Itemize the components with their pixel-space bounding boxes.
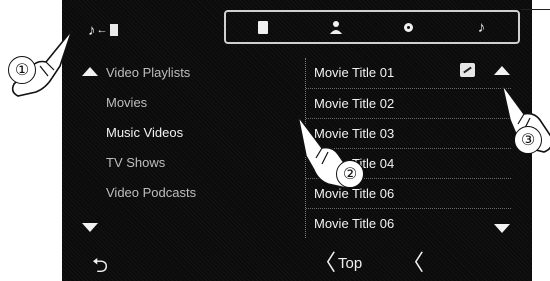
video-card-icon [109, 24, 118, 36]
category-item-video-podcasts[interactable]: Video Podcasts [106, 178, 296, 208]
source-switch-button[interactable]: ♪ ← [88, 20, 130, 40]
category-item-music-videos[interactable]: Music Videos [106, 118, 296, 148]
tab-disc[interactable] [394, 14, 424, 40]
callout-leader-line [521, 9, 550, 10]
back-icon[interactable]: ⮌ [92, 251, 108, 281]
disc-icon [404, 22, 413, 32]
category-item-tv-shows[interactable]: TV Shows [106, 148, 296, 178]
category-item-video-playlists[interactable]: Video Playlists [106, 58, 296, 88]
callout-1: ① [8, 56, 36, 84]
right-scroll-up-button[interactable] [494, 66, 510, 75]
title-item[interactable]: Movie Title 01 [306, 58, 511, 88]
tab-video[interactable] [248, 14, 278, 40]
right-scroll-down-button[interactable] [494, 224, 510, 233]
artist-icon [329, 21, 342, 34]
left-scroll-down-button[interactable] [82, 223, 98, 232]
top-button-label: Top [338, 254, 363, 272]
edit-icon[interactable] [460, 63, 475, 77]
music-note-icon: ♪ [88, 21, 96, 39]
left-scroll-up-button[interactable] [82, 67, 98, 76]
top-button[interactable]: 〈 Top [314, 250, 363, 275]
chevron-left-icon: 〈 [314, 250, 337, 275]
bottom-bar: ⮌ 〈 Top 〈 [62, 248, 532, 281]
callout-2: ② [336, 160, 364, 188]
callout-3: ③ [514, 126, 542, 154]
music-note-icon: ♪ [477, 18, 486, 36]
video-icon [257, 20, 268, 34]
category-list: Video Playlists Movies Music Videos TV S… [106, 58, 296, 208]
category-item-movies[interactable]: Movies [106, 88, 296, 118]
tab-artist[interactable] [321, 14, 351, 40]
title-item[interactable]: Movie Title 06 [306, 208, 511, 238]
tab-music[interactable]: ♪ [467, 14, 497, 40]
previous-button[interactable]: 〈 [402, 252, 424, 274]
arrow-left-icon: ← [96, 24, 108, 36]
source-tab-bar: ♪ [224, 10, 520, 44]
